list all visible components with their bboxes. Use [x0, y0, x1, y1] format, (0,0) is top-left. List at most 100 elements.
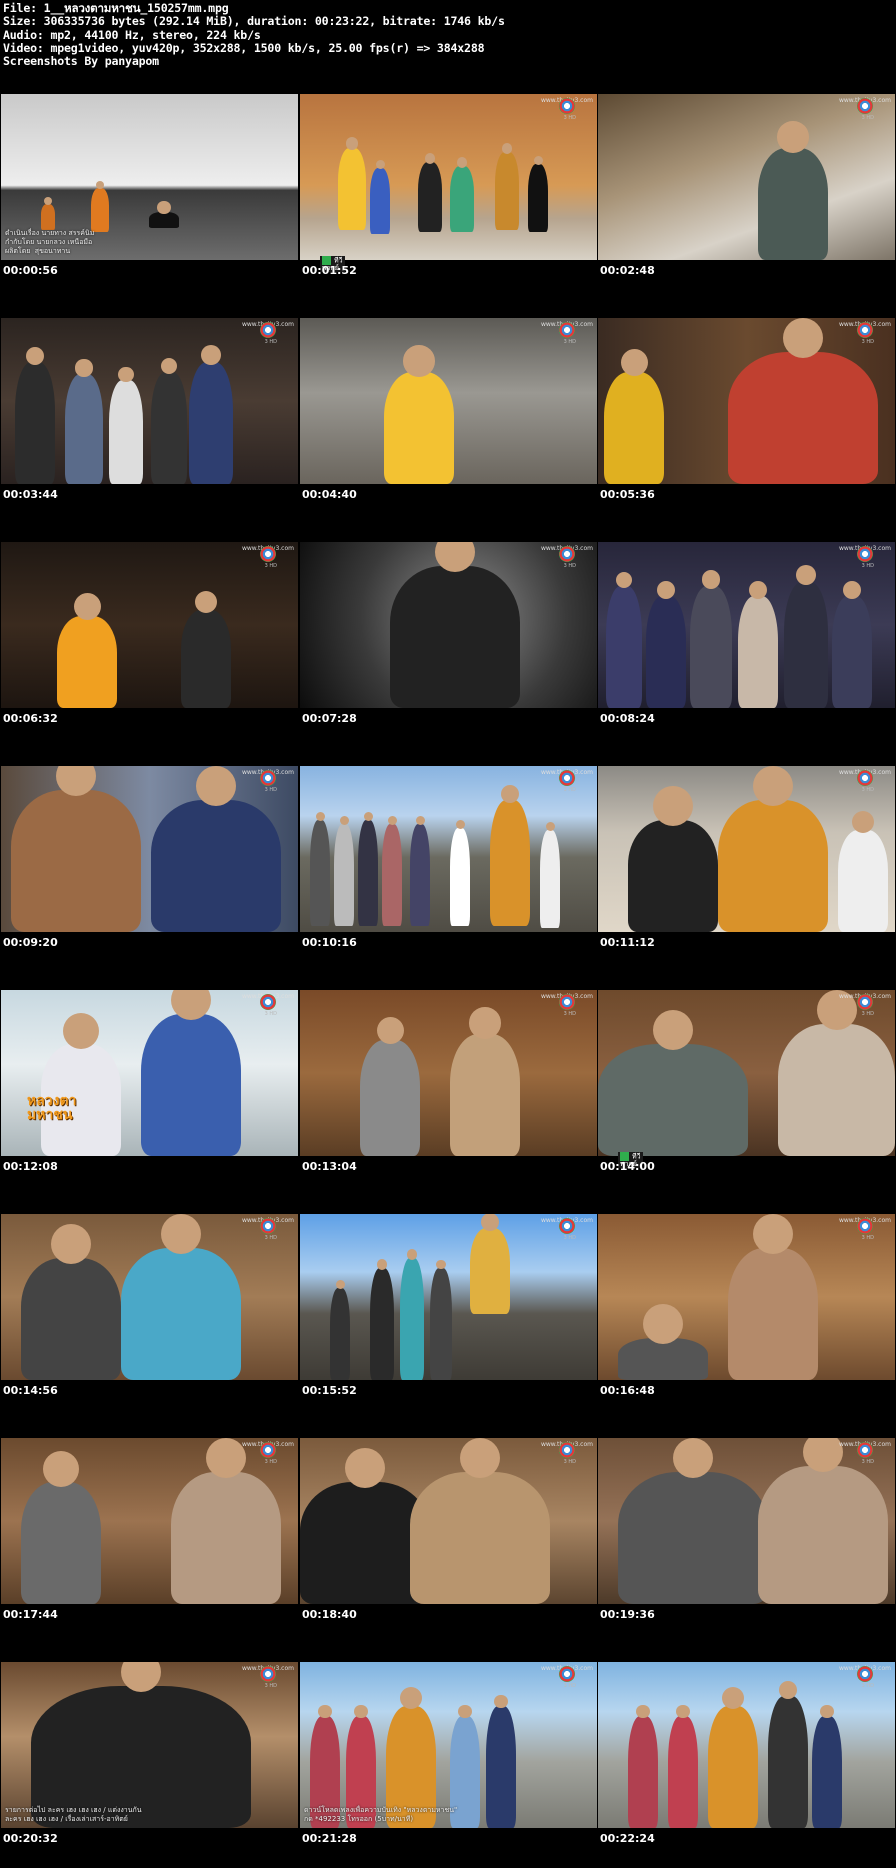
person-head: [494, 1694, 508, 1709]
person-silhouette: [370, 168, 390, 234]
person-silhouette: [768, 1696, 808, 1828]
timestamp-label: 00:01:52: [302, 264, 357, 277]
thumbnail-frame: www.thaitv3.com3 HDรายการต่อไป ละคร เฮง …: [1, 1662, 298, 1828]
person-silhouette: [189, 362, 233, 484]
person-silhouette: [728, 1248, 818, 1380]
channel-logo-subtext: 3 HD: [563, 115, 576, 121]
timestamp-label: 00:09:20: [3, 936, 58, 949]
thumbnail-frame: www.thaitv3.com3 HD: [598, 1214, 895, 1380]
file-name-line: File: 1__หลวงตามหาชน_150257mm.mpg: [3, 1, 229, 15]
video-info-line: Video: mpeg1video, yuv420p, 352x288, 150…: [3, 40, 485, 55]
video-thumbnail: www.thaitv3.com3 HDทีวี พากย์00:01:52: [300, 76, 597, 300]
person-silhouette: [57, 616, 117, 708]
channel-logo-subtext: 3 HD: [563, 1235, 576, 1241]
person-head: [533, 156, 543, 166]
channel-3-logo-icon: [559, 1218, 575, 1234]
channel-3-logo-icon: [857, 1666, 873, 1682]
video-thumbnail: www.thaitv3.com3 HD 00:14:56: [1, 1196, 298, 1420]
channel-3-logo-icon: [260, 1666, 276, 1682]
thumbnail-frame: www.thaitv3.com3 HD: [300, 94, 597, 260]
video-thumbnail: ดำเนินเรื่อง นายทาง สรรค์นิม กำกับโดย นา…: [1, 76, 298, 300]
person-silhouette: [450, 828, 470, 926]
channel-logo-subtext: 3 HD: [264, 1235, 277, 1241]
timestamp-label: 00:04:40: [302, 488, 357, 501]
timestamp-label: 00:18:40: [302, 1608, 357, 1621]
channel-3-logo-icon: [857, 322, 873, 338]
file-info-header: File: 1__หลวงตามหาชน_150257mm.mpg Size: …: [3, 1, 893, 68]
person-head: [653, 1010, 693, 1050]
person-silhouette: [758, 1466, 888, 1604]
person-silhouette: [628, 1716, 658, 1828]
person-silhouette: [21, 1258, 121, 1380]
thumbnail-frame: www.thaitv3.com3 HD: [1, 1438, 298, 1604]
person-silhouette: [728, 352, 878, 484]
channel-logo-subtext: 3 HD: [264, 787, 277, 793]
person-silhouette: [618, 1472, 768, 1604]
person-head: [73, 593, 101, 621]
on-screen-caption: ดาวน์โหลดเพลงเพื่อความบันเทิง "หลวงตามหา…: [304, 1806, 458, 1823]
person-head: [501, 142, 513, 154]
person-head: [676, 1704, 690, 1719]
person-silhouette: [109, 380, 143, 484]
person-silhouette: [490, 800, 530, 926]
video-thumbnail: www.thaitv3.com3 HD 00:05:36: [598, 300, 895, 524]
timestamp-label: 00:17:44: [3, 1608, 58, 1621]
channel-3-logo-icon: [559, 1442, 575, 1458]
person-silhouette: [338, 148, 366, 230]
person-silhouette: [668, 1716, 698, 1828]
person-silhouette: [758, 148, 828, 260]
person-head: [643, 1304, 683, 1344]
person-silhouette: [838, 830, 888, 932]
person-silhouette: [606, 586, 642, 708]
person-head: [545, 822, 555, 832]
person-head: [201, 345, 221, 365]
channel-logo-subtext: 3 HD: [861, 1683, 874, 1689]
channel-logo-subtext: 3 HD: [264, 339, 277, 345]
video-thumbnail: www.thaitv3.com3 HDดาวน์โหลดเพลงเพื่อควา…: [300, 1644, 597, 1868]
person-silhouette: [738, 596, 778, 708]
channel-logo-subtext: 3 HD: [563, 339, 576, 345]
channel-3-logo-icon: [260, 1442, 276, 1458]
timestamp-label: 00:03:44: [3, 488, 58, 501]
channel-3-logo-icon: [260, 322, 276, 338]
thumbnail-frame: www.thaitv3.com3 HD: [598, 1662, 895, 1828]
video-thumbnail: www.thaitv3.com3 HD 00:18:40: [300, 1420, 597, 1644]
person-head: [318, 1704, 332, 1719]
person-head: [455, 820, 465, 830]
thumbnail-frame: www.thaitv3.com3 HD: [598, 1438, 895, 1604]
person-head: [779, 1680, 797, 1699]
person-head: [75, 359, 93, 377]
channel-3-logo-icon: [260, 770, 276, 786]
person-head: [753, 1214, 793, 1254]
timestamp-label: 00:14:56: [3, 1384, 58, 1397]
thumbnail-frame: www.thaitv3.com3 HD: [598, 766, 895, 932]
person-silhouette: [450, 1034, 520, 1156]
person-silhouette: [486, 1706, 516, 1828]
person-head: [363, 812, 373, 822]
channel-logo-subtext: 3 HD: [264, 1459, 277, 1465]
person-silhouette: [310, 820, 330, 926]
person-silhouette: [151, 372, 187, 484]
person-silhouette: [370, 1268, 394, 1380]
channel-3-logo-icon: [559, 770, 575, 786]
person-head: [456, 156, 468, 168]
channel-logo-subtext: 3 HD: [264, 1683, 277, 1689]
person-head: [783, 318, 823, 358]
person-head: [777, 121, 809, 153]
person-silhouette: [708, 1706, 758, 1828]
timestamp-label: 00:16:48: [600, 1384, 655, 1397]
person-silhouette: [330, 1288, 350, 1380]
channel-logo-subtext: 3 HD: [861, 115, 874, 121]
channel-logo-subtext: 3 HD: [861, 1011, 874, 1017]
thumbnail-grid: ดำเนินเรื่อง นายทาง สรรค์นิม กำกับโดย นา…: [0, 76, 896, 1868]
thumbnail-frame: www.thaitv3.com3 HD: [598, 542, 895, 708]
person-silhouette: [11, 790, 141, 932]
thumbnail-row: www.thaitv3.com3 HD หลวงตา มหาชน 00:12:08 w…: [0, 972, 896, 1196]
file-size-line: Size: 306335736 bytes (292.14 MiB), dura…: [3, 14, 505, 29]
person-head: [196, 766, 236, 806]
person-silhouette: [495, 152, 519, 230]
person-head: [657, 580, 675, 599]
person-silhouette: [121, 1248, 241, 1380]
person-silhouette: [528, 164, 548, 232]
video-thumbnail: www.thaitv3.com3 HD 00:13:04: [300, 972, 597, 1196]
